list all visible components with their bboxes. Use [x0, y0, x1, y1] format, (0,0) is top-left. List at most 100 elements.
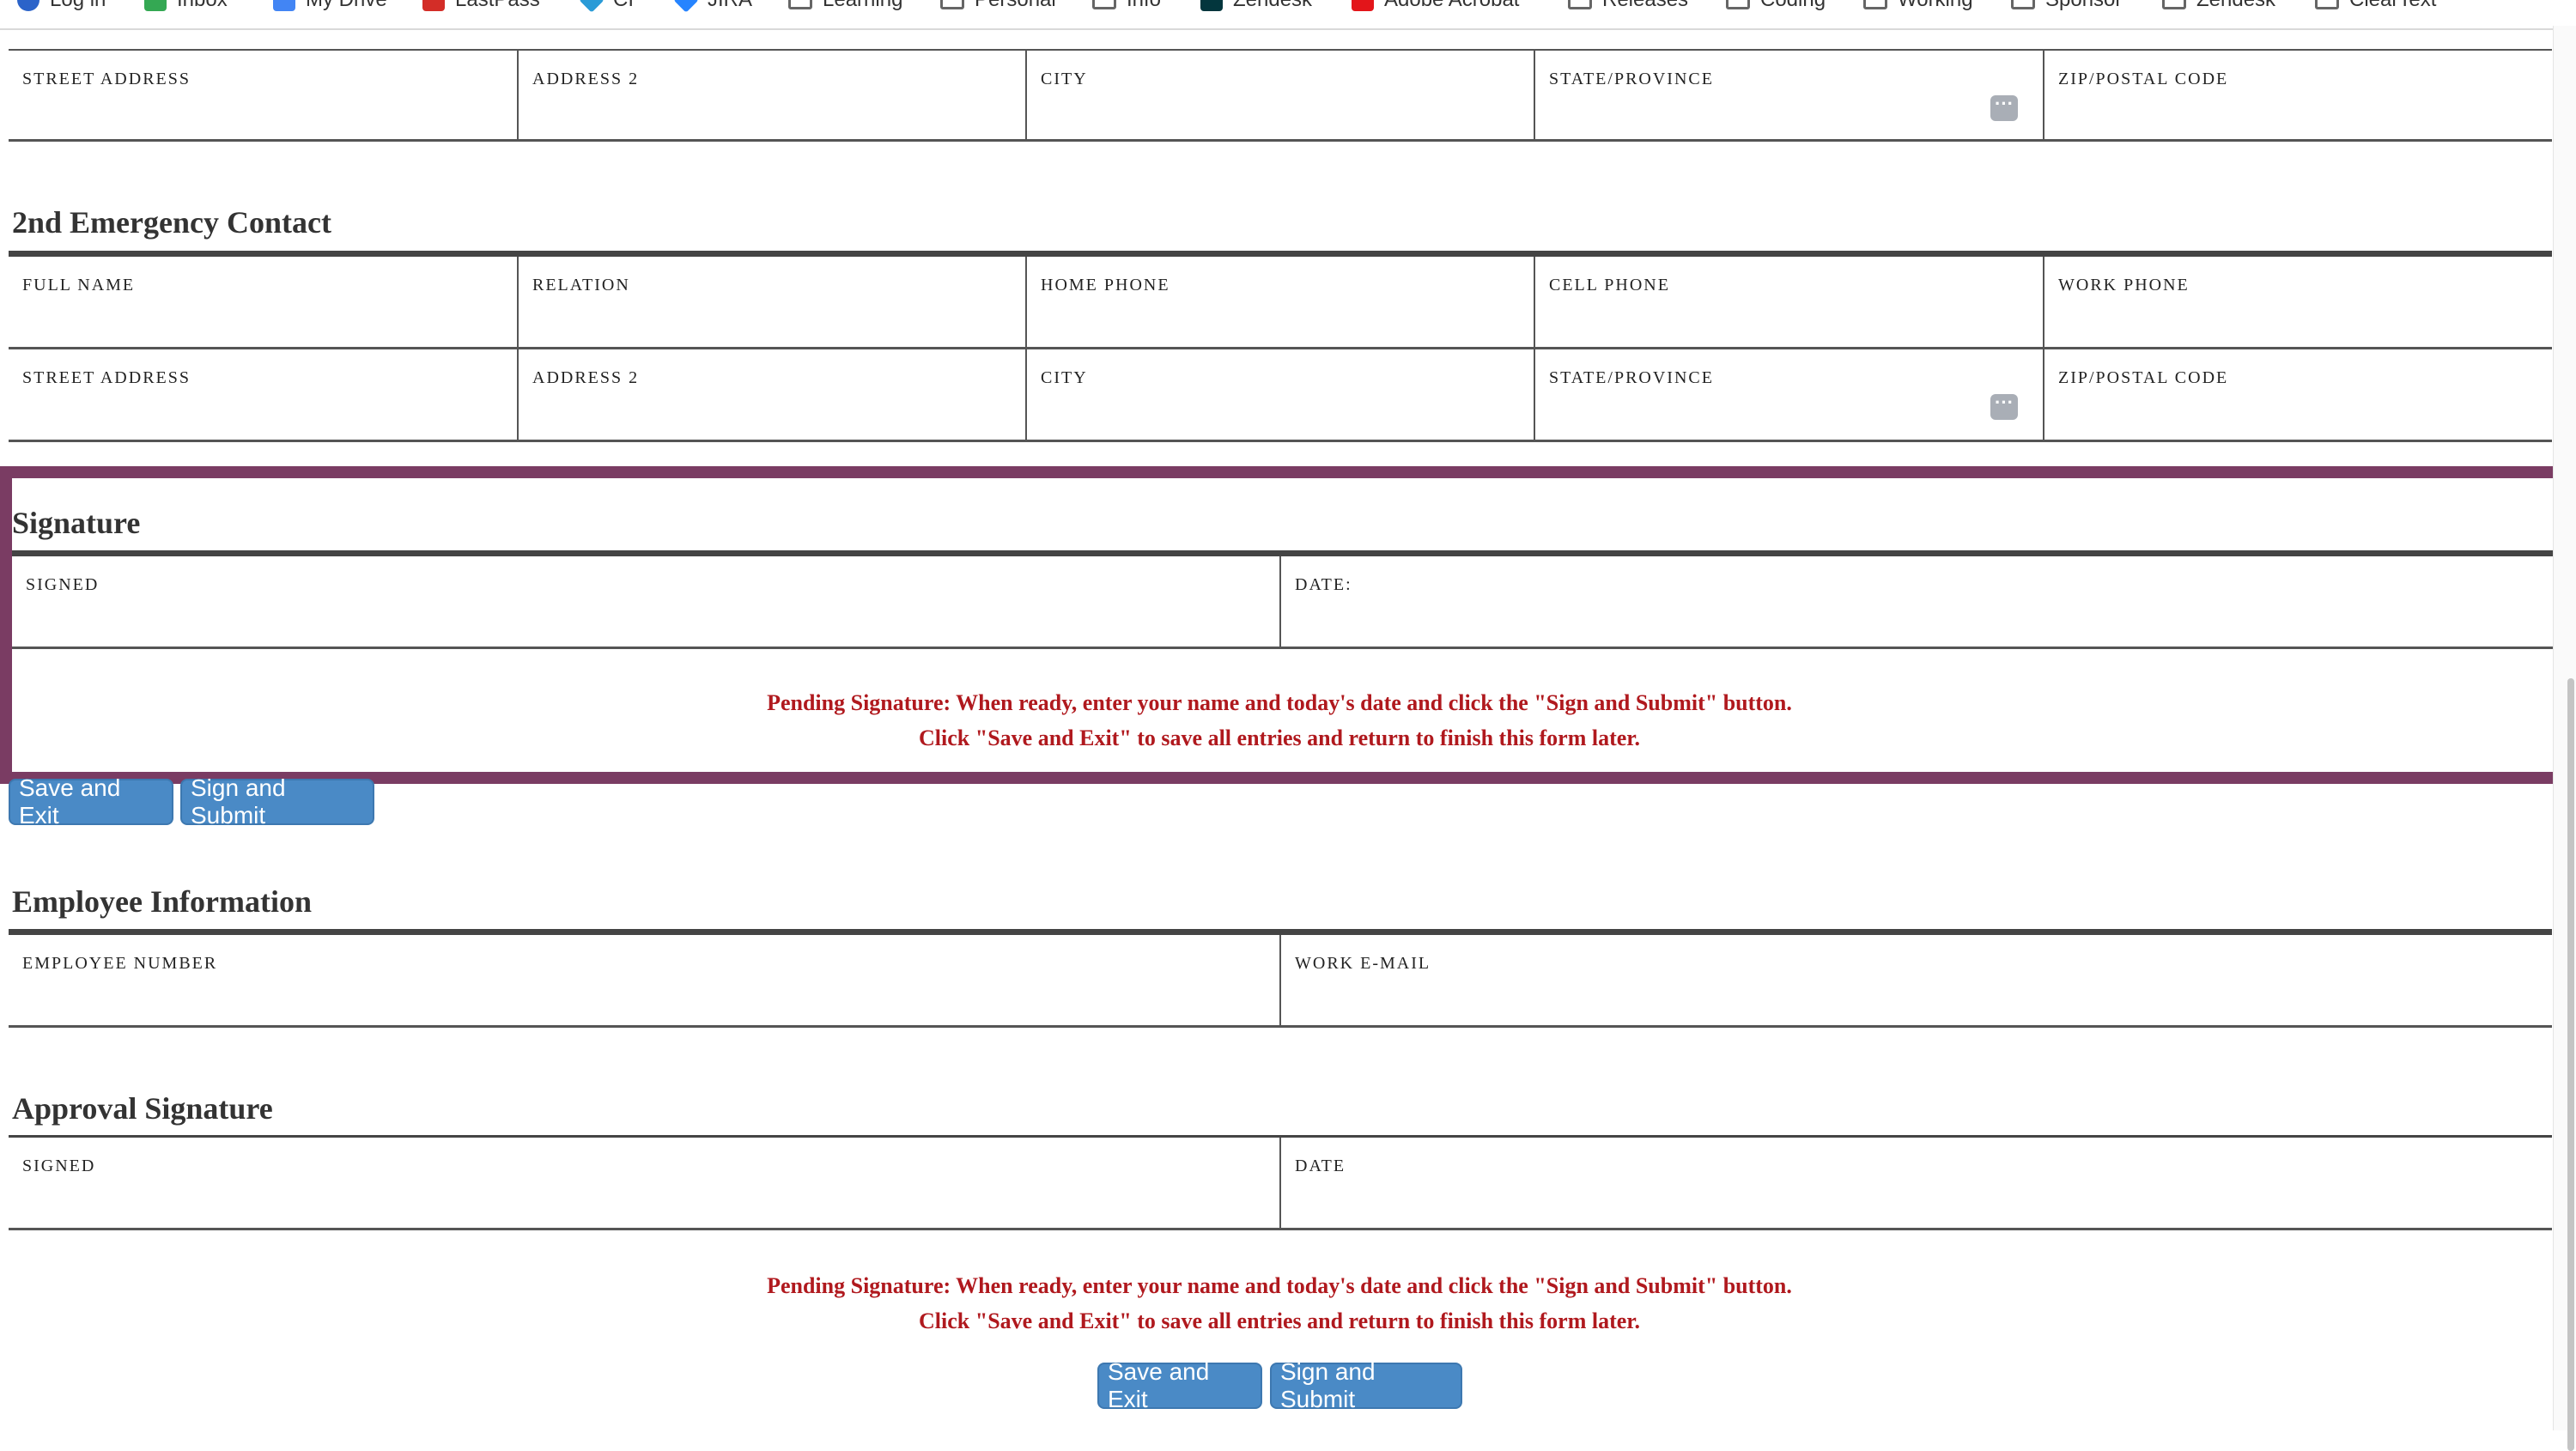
bookmark-personal[interactable]: Personal [940, 0, 1056, 12]
folder-icon [1863, 0, 1887, 9]
scrollbar-thumb[interactable] [2567, 678, 2574, 1451]
bookmark-label: Zendesk [2196, 0, 2275, 12]
bookmark-info[interactable]: Info [1092, 0, 1161, 12]
address-2-field[interactable]: ADDRESS 2 [517, 349, 1025, 442]
approval-signed-field[interactable]: SIGNED [9, 1138, 1279, 1230]
folder-icon [940, 0, 964, 9]
field-label: STATE/PROVINCE [1549, 70, 1714, 88]
shape-icon [579, 0, 605, 13]
signature-row: SIGNED DATE: [12, 556, 2554, 649]
bookmarks-bar: Log in Inbox My Drive LastPass CI JIRA L… [0, 0, 2576, 30]
second-contact-row-1: FULL NAME RELATION HOME PHONE CELL PHONE… [9, 257, 2552, 349]
state-province-field[interactable]: STATE/PROVINCE ··· [1534, 49, 2043, 142]
field-label: HOME PHONE [1041, 276, 1170, 294]
bookmark-jira[interactable]: JIRA [673, 0, 752, 13]
bookmark-inbox[interactable]: Inbox [144, 0, 228, 12]
bookmark-log-in[interactable]: Log in [17, 0, 106, 12]
employee-info-title: Employee Information [12, 884, 312, 919]
city-field[interactable]: CITY [1025, 49, 1534, 142]
bookmark-label: Adobe Acrobat [1384, 0, 1519, 12]
address-2-field[interactable]: ADDRESS 2 [517, 49, 1025, 142]
second-contact-row-2: STREET ADDRESS ADDRESS 2 CITY STATE/PROV… [9, 349, 2552, 442]
bookmark-adobe-acrobat[interactable]: Adobe Acrobat [1352, 0, 1519, 12]
cell-phone-field[interactable]: CELL PHONE [1534, 257, 2043, 349]
bookmark-label: CI [613, 0, 634, 12]
signed-field[interactable]: SIGNED [12, 556, 1279, 649]
pending-signature-line-2: Click "Save and Exit" to save all entrie… [919, 1308, 1640, 1333]
lastpass-icon [422, 0, 445, 11]
signature-date-field[interactable]: DATE: [1279, 556, 2554, 649]
street-address-field[interactable]: STREET ADDRESS [9, 49, 517, 142]
bookmark-ci[interactable]: CI [579, 0, 634, 13]
field-label: ZIP/POSTAL CODE [2058, 368, 2229, 387]
field-label: SIGNED [22, 1157, 96, 1175]
folder-icon [2162, 0, 2186, 9]
field-label: DATE [1295, 1157, 1346, 1175]
bookmark-releases[interactable]: Releases [1568, 0, 1688, 12]
field-label: DATE: [1295, 575, 1352, 594]
section-rule [9, 251, 2552, 257]
bookmark-working[interactable]: Working [1863, 0, 1973, 12]
bookmark-zendesk[interactable]: Zendesk [1200, 0, 1312, 12]
state-province-field[interactable]: STATE/PROVINCE ··· [1534, 349, 2043, 442]
bookmark-coding[interactable]: Coding [1726, 0, 1826, 12]
city-field[interactable]: CITY [1025, 349, 1534, 442]
employee-info-row: EMPLOYEE NUMBER WORK E-MAIL [9, 935, 2552, 1028]
bookmark-label: My Drive [306, 0, 387, 12]
field-label: CITY [1041, 368, 1088, 387]
bookmark-label: Inbox [177, 0, 228, 12]
bookmark-label: Personal [975, 0, 1056, 12]
field-label: CITY [1041, 70, 1088, 88]
sign-and-submit-button[interactable]: Sign and Submit [180, 774, 374, 829]
field-label: FULL NAME [22, 276, 136, 294]
folder-icon [1568, 0, 1592, 9]
field-label: EMPLOYEE NUMBER [22, 954, 218, 973]
bookmark-label: Releases [1602, 0, 1688, 12]
approval-sign-and-submit-button[interactable]: Sign and Submit [1270, 1358, 1462, 1412]
approval-signature-row: SIGNED DATE [9, 1138, 2552, 1230]
field-label: ZIP/POSTAL CODE [2058, 70, 2229, 88]
bookmark-cleartext[interactable]: ClearText [2315, 0, 2436, 12]
pending-signature-line-1: Pending Signature: When ready, enter you… [767, 1273, 1792, 1298]
more-options-icon[interactable]: ··· [1990, 393, 2018, 420]
bookmark-lastpass[interactable]: LastPass [422, 0, 540, 12]
bookmark-label: Sponsor [2045, 0, 2122, 12]
pending-signature-line-2: Click "Save and Exit" to save all entrie… [919, 726, 1640, 750]
relation-field[interactable]: RELATION [517, 257, 1025, 349]
home-phone-field[interactable]: HOME PHONE [1025, 257, 1534, 349]
pending-signature-line-1: Pending Signature: When ready, enter you… [767, 690, 1792, 715]
approval-signature-title: Approval Signature [12, 1091, 273, 1126]
bookmark-label: Working [1898, 0, 1973, 12]
approval-pending-message: Pending Signature: When ready, enter you… [0, 1268, 2559, 1339]
employee-number-field[interactable]: EMPLOYEE NUMBER [9, 935, 1279, 1028]
more-options-icon[interactable]: ··· [1990, 94, 2018, 121]
drive-icon [273, 0, 295, 11]
approval-save-and-exit-button[interactable]: Save and Exit [1097, 1358, 1262, 1412]
full-name-field[interactable]: FULL NAME [9, 257, 517, 349]
zip-postal-code-field[interactable]: ZIP/POSTAL CODE [2043, 49, 2552, 142]
folder-icon [2011, 0, 2035, 9]
bookmark-zendesk-folder[interactable]: Zendesk [2162, 0, 2275, 12]
field-label: ADDRESS 2 [532, 70, 640, 88]
street-address-field[interactable]: STREET ADDRESS [9, 349, 517, 442]
folder-icon [788, 0, 812, 9]
calendar-grid-icon [144, 0, 167, 11]
approval-date-field[interactable]: DATE [1279, 1138, 2552, 1230]
save-and-exit-button[interactable]: Save and Exit [9, 774, 173, 829]
field-label: RELATION [532, 276, 630, 294]
second-contact-title: 2nd Emergency Contact [12, 205, 331, 240]
section-rule [9, 929, 2552, 935]
section-rule [12, 550, 2554, 556]
folder-icon [1092, 0, 1116, 9]
field-label: STREET ADDRESS [22, 368, 191, 387]
bookmark-label: Learning [823, 0, 902, 12]
bookmark-label: ClearText [2349, 0, 2436, 12]
bookmark-sponsor[interactable]: Sponsor [2011, 0, 2122, 12]
work-email-field[interactable]: WORK E-MAIL [1279, 935, 2552, 1028]
page-scrollbar[interactable] [2553, 26, 2576, 1451]
bookmark-my-drive[interactable]: My Drive [273, 0, 387, 12]
first-contact-address-row: STREET ADDRESS ADDRESS 2 CITY STATE/PROV… [9, 49, 2552, 143]
work-phone-field[interactable]: WORK PHONE [2043, 257, 2552, 349]
bookmark-learning[interactable]: Learning [788, 0, 902, 12]
zip-postal-code-field[interactable]: ZIP/POSTAL CODE [2043, 349, 2552, 442]
